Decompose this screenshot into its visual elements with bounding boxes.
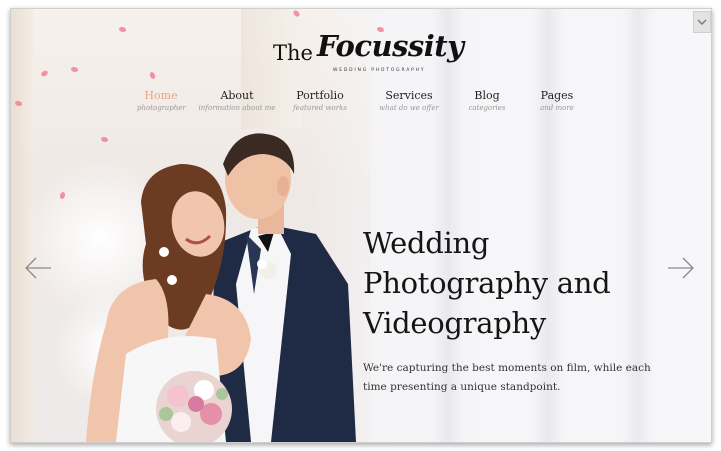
logo-name: Focussity — [317, 29, 464, 63]
nav-item-about[interactable]: About information about me — [197, 89, 277, 112]
nav-item-pages[interactable]: Pages and more — [533, 89, 581, 112]
nav-item-label: Pages — [540, 89, 574, 102]
nav-item-portfolio[interactable]: Portfolio featured works — [291, 89, 349, 112]
hero-title-line: Videography — [363, 306, 546, 340]
slider-prev-button[interactable] — [23, 253, 53, 283]
nav-item-home[interactable]: Home photographer — [137, 89, 186, 112]
arrow-left-icon — [25, 257, 51, 279]
nav-item-label: About — [220, 89, 254, 102]
hero-title-line: Photography and — [363, 266, 611, 300]
nav-item-label: Blog — [474, 89, 500, 102]
logo-prefix: The — [273, 41, 313, 65]
page-frame: The Focussity WEDDING PHOTOGRAPHY Home p… — [10, 8, 712, 443]
scroll-down-button[interactable] — [693, 11, 711, 33]
slider-next-button[interactable] — [666, 253, 696, 283]
hero-description-line: We're capturing the best moments on film… — [363, 362, 651, 374]
hero-description-line: time presenting a unique standpoint. — [363, 381, 561, 393]
nav-item-sub: and more — [540, 104, 574, 112]
hero-title: Wedding Photography and Videography — [363, 223, 683, 343]
chevron-down-icon — [697, 19, 707, 25]
nav-item-sub: categories — [468, 104, 506, 112]
nav-item-blog[interactable]: Blog categories — [463, 89, 511, 112]
nav-item-label: Home — [144, 89, 178, 102]
hero-description: We're capturing the best moments on film… — [363, 359, 663, 397]
nav-item-services[interactable]: Services what do we offer — [373, 89, 445, 112]
nav-item-sub: what do we offer — [379, 104, 439, 112]
nav-item-sub: featured works — [293, 104, 347, 112]
main-navigation: Home photographer About information abou… — [11, 89, 711, 119]
arrow-right-icon — [668, 257, 694, 279]
couple-photo — [86, 133, 356, 442]
nav-item-label: Portfolio — [296, 89, 344, 102]
nav-item-sub: information about me — [198, 104, 276, 112]
nav-item-sub: photographer — [137, 104, 186, 112]
nav-item-label: Services — [385, 89, 433, 102]
logo-tagline: WEDDING PHOTOGRAPHY — [333, 68, 426, 73]
site-logo[interactable]: The Focussity WEDDING PHOTOGRAPHY — [273, 29, 464, 83]
hero-title-line: Wedding — [363, 226, 490, 260]
